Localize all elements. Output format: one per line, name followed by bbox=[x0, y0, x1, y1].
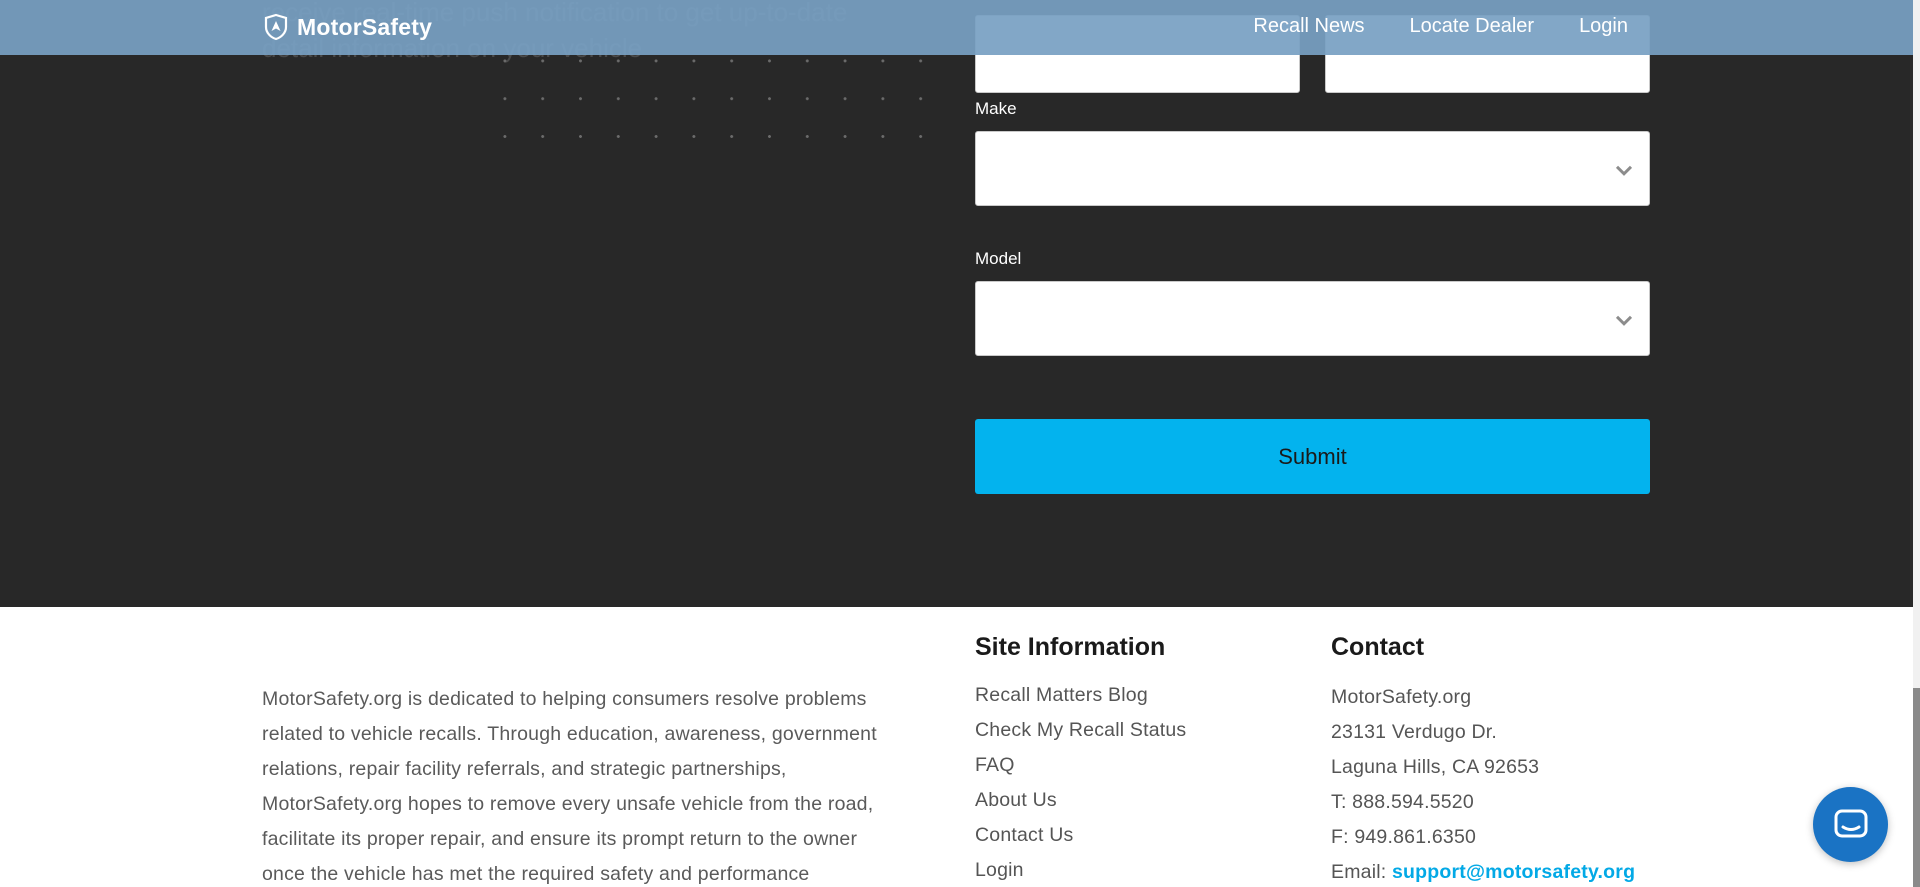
site-logo[interactable]: MotorSafety bbox=[262, 13, 432, 41]
chat-launcher-button[interactable] bbox=[1813, 787, 1888, 862]
vehicle-form-section: receive real-time push notification to g… bbox=[0, 0, 1913, 607]
chevron-down-icon bbox=[1615, 315, 1633, 326]
dot-pattern-decoration bbox=[486, 42, 956, 142]
list-item: About Us bbox=[975, 783, 1186, 818]
footer-about-text: MotorSafety.org is dedicated to helping … bbox=[262, 688, 877, 885]
chevron-down-icon bbox=[1615, 165, 1633, 176]
footer-link-login[interactable]: Login bbox=[975, 859, 1024, 881]
footer-link-check-recall-status[interactable]: Check My Recall Status bbox=[975, 719, 1186, 741]
page-scrollbar[interactable] bbox=[1913, 0, 1920, 887]
submit-button[interactable]: Submit bbox=[975, 419, 1650, 494]
contact-city: Laguna Hills, CA 92653 bbox=[1331, 756, 1540, 778]
site-header: MotorSafety Recall News Locate Dealer Lo… bbox=[0, 0, 1913, 55]
list-item: FAQ bbox=[975, 748, 1186, 783]
model-select[interactable] bbox=[975, 281, 1650, 356]
list-item: Contact Us bbox=[975, 818, 1186, 853]
nav-login[interactable]: Login bbox=[1579, 15, 1628, 38]
chat-icon bbox=[1834, 809, 1867, 837]
make-select[interactable] bbox=[975, 131, 1650, 206]
nav-locate-dealer[interactable]: Locate Dealer bbox=[1410, 15, 1535, 38]
brand-name: MotorSafety bbox=[297, 13, 433, 40]
list-item: Check My Recall Status bbox=[975, 713, 1186, 748]
contact-details: MotorSafety.org 23131 Verdugo Dr. Laguna… bbox=[1331, 680, 1635, 887]
contact-street: 23131 Verdugo Dr. bbox=[1331, 721, 1498, 743]
footer-link-contact-us[interactable]: Contact Us bbox=[975, 824, 1073, 846]
model-label: Model bbox=[975, 249, 1022, 268]
email-label: Email: bbox=[1331, 861, 1392, 883]
main-nav: Recall News Locate Dealer Login bbox=[1208, 15, 1628, 38]
site-information-heading: Site Information bbox=[975, 633, 1166, 661]
shield-logo-icon bbox=[264, 13, 288, 41]
site-information-links: Recall Matters Blog Check My Recall Stat… bbox=[975, 678, 1186, 887]
nav-recall-news[interactable]: Recall News bbox=[1253, 15, 1364, 38]
list-item: Recall Matters Blog bbox=[975, 678, 1186, 713]
contact-org: MotorSafety.org bbox=[1331, 686, 1472, 708]
contact-email-row: Email: support@motorsafety.org bbox=[1331, 855, 1635, 887]
footer-link-recall-matters-blog[interactable]: Recall Matters Blog bbox=[975, 684, 1148, 706]
contact-email-link[interactable]: support@motorsafety.org bbox=[1392, 861, 1635, 883]
scrollbar-thumb[interactable] bbox=[1913, 688, 1920, 887]
make-label: Make bbox=[975, 99, 1017, 118]
list-item: Login bbox=[975, 853, 1186, 887]
footer-link-faq[interactable]: FAQ bbox=[975, 754, 1015, 776]
contact-phone: T: 888.594.5520 bbox=[1331, 791, 1474, 813]
footer-link-about-us[interactable]: About Us bbox=[975, 789, 1057, 811]
contact-fax: F: 949.861.6350 bbox=[1331, 826, 1477, 848]
contact-heading: Contact bbox=[1331, 633, 1425, 661]
